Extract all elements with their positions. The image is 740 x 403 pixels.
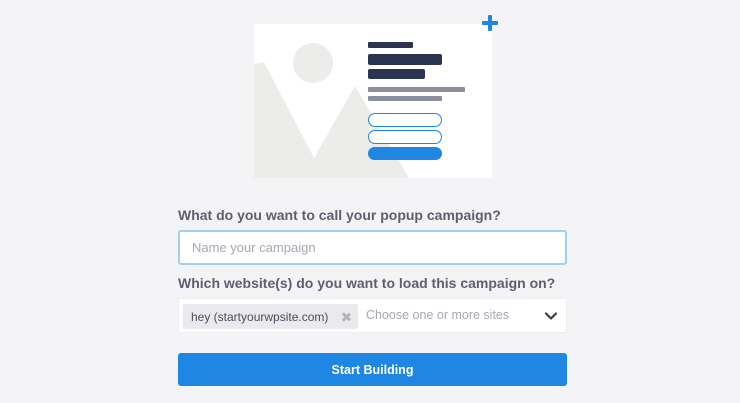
selected-site-tag: hey (startyourwpsite.com) [183, 304, 358, 329]
popup-preview-illustration [254, 24, 492, 178]
remove-tag-icon[interactable] [340, 311, 352, 323]
website-multiselect[interactable]: hey (startyourwpsite.com) Choose one or … [178, 298, 567, 333]
selected-site-label: hey (startyourwpsite.com) [191, 309, 329, 324]
plus-icon [481, 14, 499, 32]
image-placeholder-icon [254, 42, 465, 178]
campaign-name-label: What do you want to call your popup camp… [178, 207, 501, 223]
start-building-button[interactable]: Start Building [178, 353, 567, 386]
campaign-name-input[interactable] [178, 230, 567, 265]
site-search-input[interactable]: Choose one or more sites [366, 308, 513, 322]
website-select-label: Which website(s) do you want to load thi… [178, 275, 556, 291]
chevron-down-icon[interactable] [544, 309, 558, 323]
